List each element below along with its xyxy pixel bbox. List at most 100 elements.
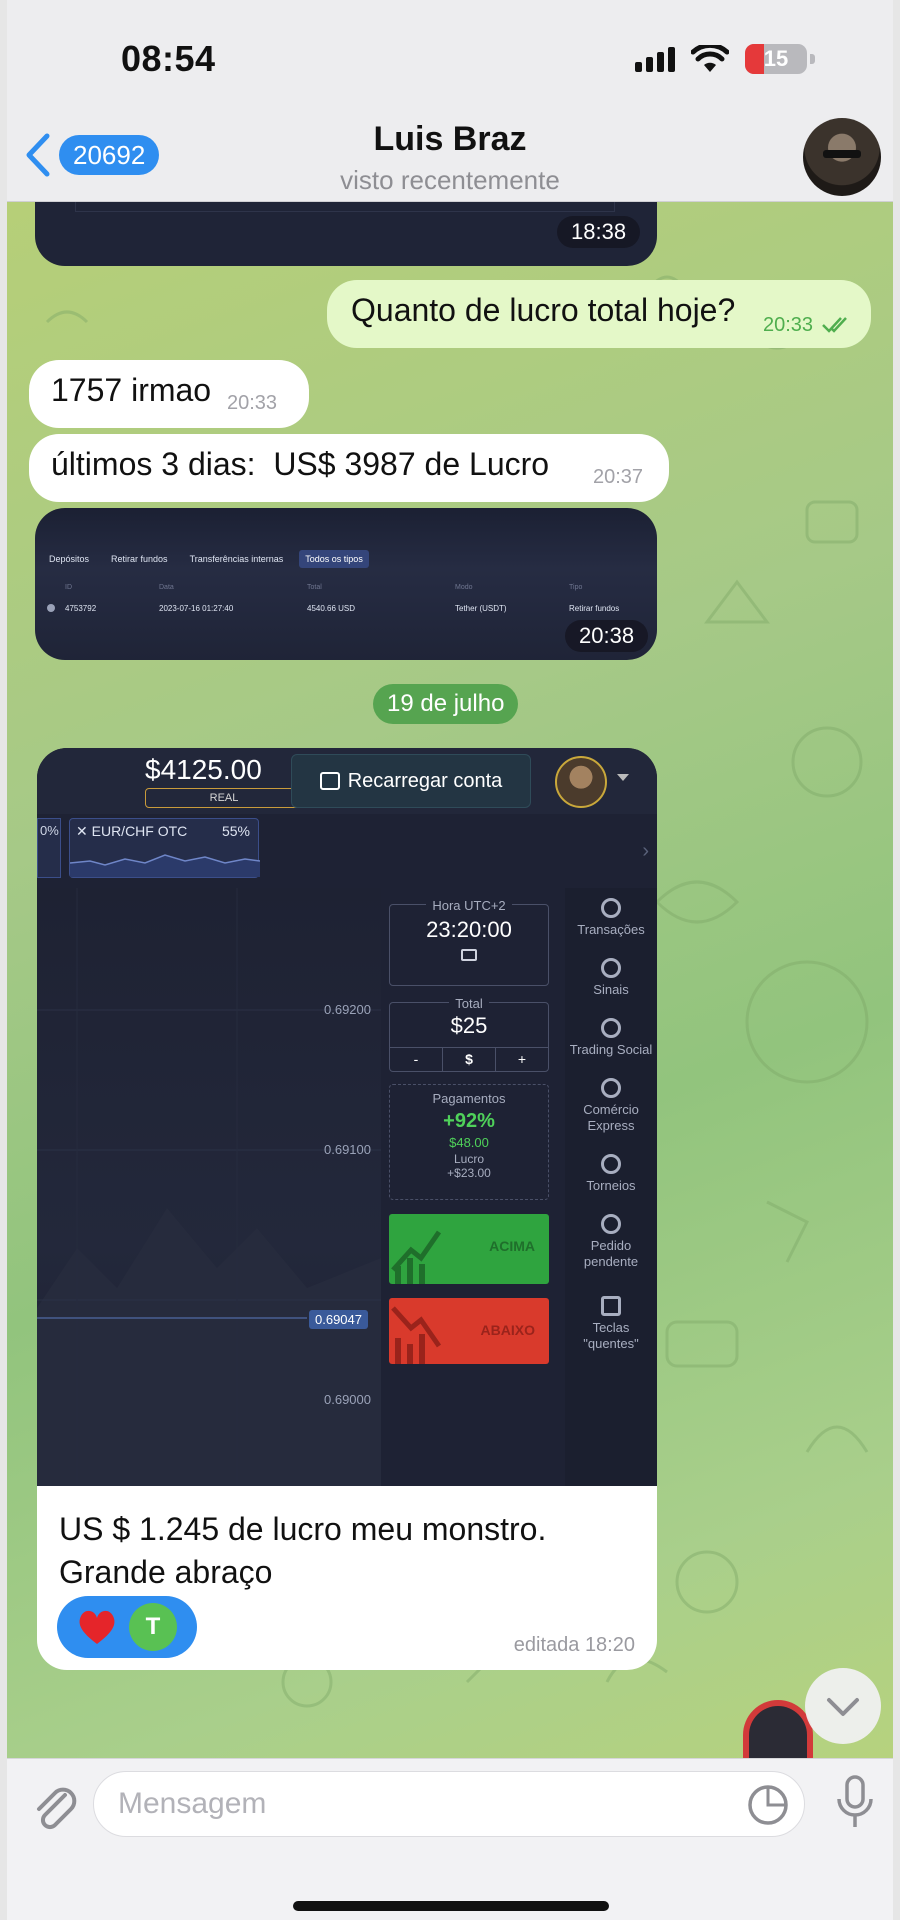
media-message-transactions[interactable]: Depósitos Retirar fundos Transferências … bbox=[35, 508, 657, 660]
message-input-box[interactable] bbox=[93, 1771, 805, 1837]
caption-line-1: US $ 1.245 de lucro meu monstro. bbox=[59, 1511, 547, 1547]
side-pending: Pedido pendente bbox=[565, 1214, 657, 1270]
tab-all: Todos os tipos bbox=[299, 550, 369, 568]
wifi-icon bbox=[691, 45, 729, 72]
profit-caption: Lucro bbox=[453, 1152, 485, 1166]
reaction-user-avatar: T bbox=[129, 1603, 177, 1651]
side-signals: Sinais bbox=[565, 958, 657, 998]
up-button: ACIMA bbox=[389, 1214, 549, 1284]
cellular-signal-icon bbox=[635, 46, 675, 72]
hourglass-icon bbox=[601, 1214, 621, 1234]
edited-time: editada 18:20 bbox=[513, 1634, 635, 1656]
message-time: 20:37 bbox=[593, 466, 644, 488]
side-label: Comércio Express bbox=[583, 1102, 639, 1133]
signal-icon bbox=[601, 958, 621, 978]
message-time: 20:33 bbox=[227, 392, 278, 414]
info-icon bbox=[47, 604, 55, 612]
payout-pct: +92% bbox=[443, 1110, 495, 1132]
message-text: últimos 3 dias: US$ 3987 de Lucro bbox=[51, 446, 550, 482]
battery-icon: 15 bbox=[745, 44, 807, 74]
side-hotkeys: Teclas "quentes" bbox=[565, 1296, 657, 1352]
attach-icon[interactable] bbox=[29, 1779, 79, 1831]
heart-icon bbox=[79, 1610, 115, 1644]
side-label: Trading Social bbox=[569, 1042, 653, 1057]
tab-withdraw: Retirar fundos bbox=[111, 554, 168, 564]
message-time: 20:38 bbox=[565, 620, 649, 652]
contact-status: visto recentemente bbox=[340, 165, 560, 195]
total-controls: - $ + bbox=[390, 1047, 548, 1071]
account-type: REAL bbox=[145, 788, 303, 808]
message-time: 18:38 bbox=[557, 216, 641, 248]
date-separator: 19 de julho bbox=[373, 684, 519, 724]
status-icons: 15 bbox=[635, 44, 815, 74]
time-value: 23:20:00 bbox=[426, 917, 512, 942]
chat-area[interactable]: 18:38 Quanto de lucro total hoje? 20:33 … bbox=[7, 202, 893, 1758]
asset-tab-partial-pct: 0% bbox=[40, 823, 59, 838]
side-label: Teclas "quentes" bbox=[583, 1320, 639, 1351]
trade-sidebar: Transações Sinais Trading Social Comérci… bbox=[565, 888, 657, 1486]
status-time: 08:54 bbox=[121, 38, 216, 79]
trader-avatar bbox=[555, 756, 607, 808]
col-date: Data bbox=[159, 584, 174, 591]
sticker-icon[interactable] bbox=[746, 1783, 790, 1827]
total-value: $25 bbox=[450, 1013, 488, 1038]
composer-bar bbox=[7, 1758, 893, 1920]
media-message-top[interactable]: 18:38 bbox=[35, 202, 657, 266]
plus-button: + bbox=[517, 1051, 527, 1067]
chevron-right-icon: › bbox=[642, 840, 649, 862]
incoming-message[interactable]: últimos 3 dias: US$ 3987 de Lucro 20:37 bbox=[29, 434, 669, 502]
trading-screenshot[interactable]: $4125.00 REAL Recarregar conta 0% ✕ EUR/… bbox=[37, 748, 657, 1486]
cell-total: 4540.66 USD bbox=[307, 604, 356, 613]
price-label: 0.69100 bbox=[324, 1142, 371, 1157]
down-label: ABAIXO bbox=[480, 1322, 535, 1338]
incoming-message[interactable]: 1757 irmao 20:33 bbox=[29, 360, 309, 428]
profit-value: +$23.00 bbox=[447, 1166, 491, 1180]
cell-mode: Tether (USDT) bbox=[455, 604, 507, 613]
time-caption: Hora UTC+2 bbox=[426, 898, 512, 913]
col-id: ID bbox=[65, 584, 72, 591]
media-caption[interactable]: US $ 1.245 de lucro meu monstro. Grande … bbox=[37, 1486, 657, 1670]
caption-text: US $ 1.245 de lucro meu monstro. Grande … bbox=[59, 1508, 546, 1594]
asset-tab: ✕ EUR/CHF OTC 55% bbox=[69, 818, 260, 878]
outgoing-message[interactable]: Quanto de lucro total hoje? 20:33 bbox=[327, 280, 871, 348]
asset-sparkline bbox=[70, 854, 260, 877]
col-total: Total bbox=[307, 584, 322, 591]
col-mode: Modo bbox=[455, 584, 473, 591]
history-icon bbox=[601, 898, 621, 918]
reaction-chip[interactable]: T bbox=[57, 1596, 197, 1658]
trade-panel: Hora UTC+2 23:20:00 Total $25 - $ + Paga… bbox=[389, 888, 549, 1486]
side-tournaments: Torneios bbox=[565, 1154, 657, 1194]
price-label: 0.69200 bbox=[324, 1002, 371, 1017]
users-icon bbox=[601, 1018, 621, 1038]
dollar-button: $ bbox=[443, 1048, 496, 1071]
side-label: Sinais bbox=[593, 982, 629, 997]
asset-tab-partial: 0% bbox=[37, 818, 61, 878]
current-price: 0.69047 bbox=[309, 1310, 368, 1329]
caption-line-2: Grande abraço bbox=[59, 1554, 273, 1590]
message-input[interactable] bbox=[118, 1782, 718, 1826]
chart-down-icon bbox=[391, 1306, 442, 1364]
total-caption: Total bbox=[449, 996, 489, 1011]
transactions-tabs: Depósitos Retirar fundos Transferências … bbox=[43, 550, 369, 568]
keyboard-icon bbox=[601, 1296, 621, 1316]
recharge-label: Recarregar conta bbox=[347, 769, 503, 792]
chevron-down-icon bbox=[827, 1698, 859, 1716]
side-label: Pedido pendente bbox=[583, 1238, 639, 1269]
trade-balance: $4125.00 bbox=[145, 754, 262, 785]
microphone-icon[interactable] bbox=[835, 1775, 875, 1831]
recharge-button: Recarregar conta bbox=[291, 754, 531, 808]
message-text: Quanto de lucro total hoje? bbox=[351, 292, 736, 328]
trade-topbar: $4125.00 REAL Recarregar conta bbox=[37, 748, 657, 814]
battery-cap bbox=[810, 54, 815, 64]
target-icon bbox=[601, 1078, 621, 1098]
wallet-icon bbox=[319, 772, 340, 790]
asset-tabs: 0% ✕ EUR/CHF OTC 55% › bbox=[37, 818, 657, 880]
contact-info[interactable]: Luis Braz visto recentemente bbox=[7, 120, 893, 196]
total-box: Total $25 - $ + bbox=[389, 996, 549, 1072]
payout-amount: $48.00 bbox=[449, 1135, 489, 1150]
side-label: Transações bbox=[577, 922, 645, 937]
caret-down-icon bbox=[617, 774, 629, 781]
side-transactions: Transações bbox=[565, 898, 657, 938]
scroll-down-button[interactable] bbox=[805, 1668, 881, 1744]
contact-avatar[interactable] bbox=[803, 118, 881, 196]
